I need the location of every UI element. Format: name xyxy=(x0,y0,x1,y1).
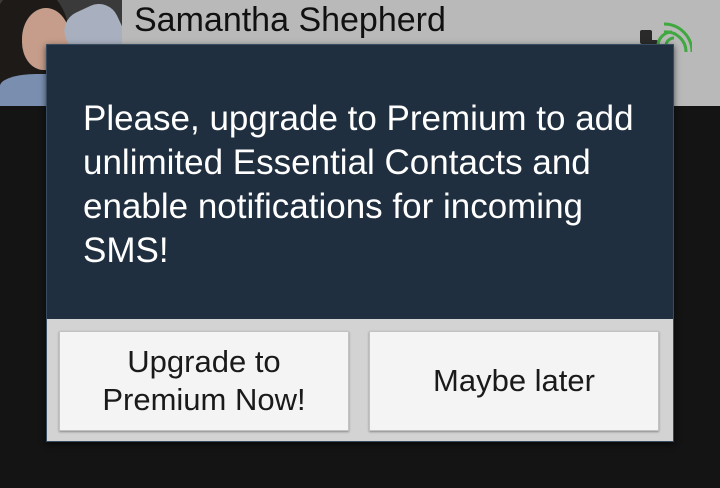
contact-name: Samantha Shepherd xyxy=(134,1,446,39)
dialog-button-bar: Upgrade to Premium Now! Maybe later xyxy=(47,319,673,441)
upgrade-dialog: Please, upgrade to Premium to add unlimi… xyxy=(46,44,674,442)
upgrade-premium-button[interactable]: Upgrade to Premium Now! xyxy=(59,331,349,431)
dialog-message: Please, upgrade to Premium to add unlimi… xyxy=(83,99,634,270)
maybe-later-button[interactable]: Maybe later xyxy=(369,331,659,431)
